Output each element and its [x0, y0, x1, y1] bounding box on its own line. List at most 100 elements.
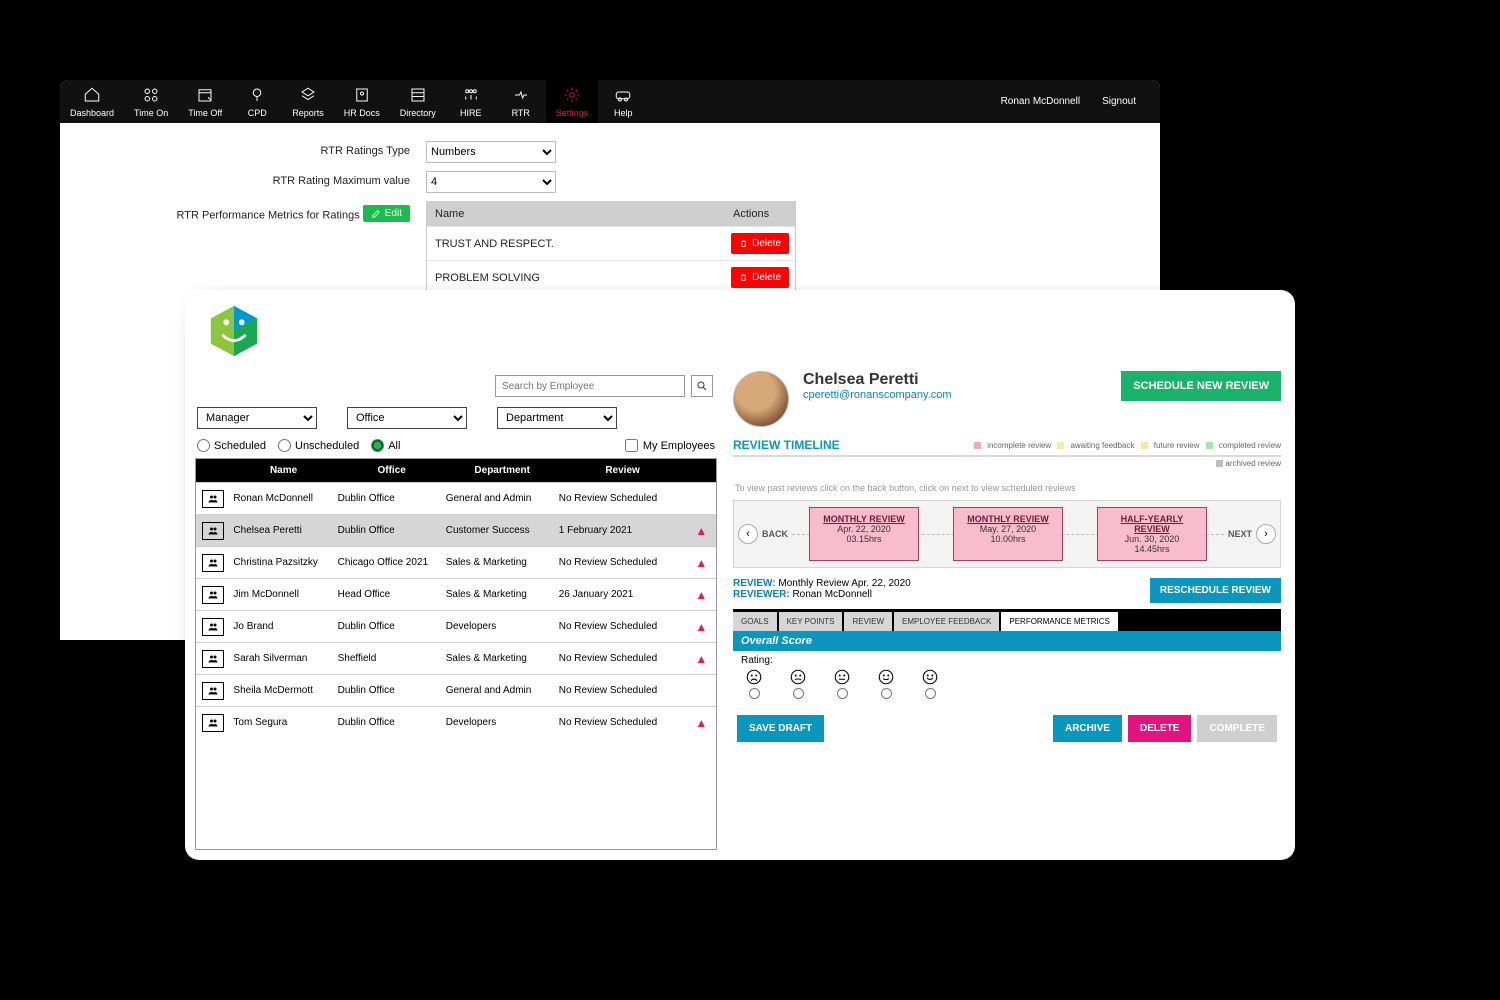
ratings-max-label: RTR Rating Maximum value: [100, 171, 410, 187]
nav-rtr[interactable]: RTR: [496, 80, 546, 123]
metric-name: TRUST AND RESPECT.: [427, 228, 725, 260]
table-row[interactable]: Christina PazsitzkyChicago Office 2021Sa…: [196, 546, 716, 578]
cell-office: Chicago Office 2021: [338, 557, 446, 568]
rating-option-3[interactable]: [833, 668, 851, 699]
rating-option-5[interactable]: [921, 668, 939, 699]
tab-employee-feedback[interactable]: EMPLOYEE FEEDBACK: [894, 612, 999, 631]
cell-review: No Review Scheduled: [559, 717, 687, 728]
table-row[interactable]: Jim McDonnellHead OfficeSales & Marketin…: [196, 578, 716, 610]
nav-signout[interactable]: Signout: [1102, 96, 1136, 107]
col-name: Name: [230, 459, 338, 482]
table-row[interactable]: Ronan McDonnellDublin OfficeGeneral and …: [196, 482, 716, 514]
table-row[interactable]: Sheila McDermottDublin OfficeGeneral and…: [196, 674, 716, 706]
nav-hr-docs-label: HR Docs: [344, 108, 380, 118]
table-row[interactable]: Sarah SilvermanSheffieldSales & Marketin…: [196, 642, 716, 674]
review-tabs: GOALS KEY POINTS REVIEW EMPLOYEE FEEDBAC…: [733, 609, 1281, 631]
review-window: Manager Office Department Scheduled Unsc…: [185, 290, 1295, 860]
nav-help[interactable]: Help: [598, 80, 648, 123]
cell-name: Jo Brand: [229, 621, 337, 632]
person-icon: [202, 554, 224, 572]
tab-goals[interactable]: GOALS: [733, 612, 777, 631]
cell-name: Christina Pazsitzky: [229, 557, 337, 568]
nav-time-off-label: Time Off: [188, 108, 222, 118]
nav-reports-label: Reports: [292, 108, 324, 118]
nav-reports[interactable]: Reports: [282, 80, 334, 123]
col-review: Review: [559, 459, 687, 482]
timeline-card-title: MONTHLY REVIEW: [814, 514, 914, 524]
table-row[interactable]: Jo BrandDublin OfficeDevelopersNo Review…: [196, 610, 716, 642]
timeline-card[interactable]: HALF-YEARLY REVIEWJun. 30, 202014.45hrs: [1097, 507, 1207, 561]
search-input[interactable]: [495, 375, 685, 397]
metrics-row: TRUST AND RESPECT. Delete: [427, 226, 795, 260]
person-icon: [202, 714, 224, 732]
metric-delete-button[interactable]: Delete: [731, 233, 789, 254]
radio-scheduled[interactable]: Scheduled: [197, 439, 266, 452]
filter-manager[interactable]: Manager: [197, 407, 317, 429]
archive-button[interactable]: ARCHIVE: [1053, 715, 1122, 742]
rating-option-4[interactable]: [877, 668, 895, 699]
cell-review: No Review Scheduled: [559, 653, 687, 664]
warning-icon: ▲: [687, 620, 716, 634]
save-draft-button[interactable]: SAVE DRAFT: [737, 715, 824, 742]
tab-review[interactable]: REVIEW: [844, 612, 892, 631]
person-icon: [202, 522, 224, 540]
cell-department: Sales & Marketing: [446, 589, 559, 600]
timeline-hint: To view past reviews click on the back b…: [733, 476, 1281, 500]
cell-department: Developers: [446, 621, 559, 632]
radio-unscheduled[interactable]: Unscheduled: [278, 439, 359, 452]
nav-hr-docs[interactable]: HR Docs: [334, 80, 390, 123]
filter-office[interactable]: Office: [347, 407, 467, 429]
timeline-card[interactable]: MONTHLY REVIEWApr. 22, 202003.15hrs: [809, 507, 919, 561]
checkbox-my-employees[interactable]: My Employees: [625, 439, 715, 452]
tab-performance-metrics[interactable]: PERFORMANCE METRICS: [1001, 612, 1117, 631]
nav-directory[interactable]: Directory: [390, 80, 446, 123]
nav-time-on[interactable]: Time On: [124, 80, 178, 123]
ratings-max-select[interactable]: 4: [426, 171, 556, 193]
timeline-legend: incomplete review awaiting feedback futu…: [970, 441, 1281, 450]
metric-delete-button[interactable]: Delete: [731, 267, 789, 288]
filter-department[interactable]: Department: [497, 407, 617, 429]
reschedule-review-button[interactable]: RESCHEDULE REVIEW: [1150, 578, 1281, 603]
table-row[interactable]: Tom SeguraDublin OfficeDevelopersNo Revi…: [196, 706, 716, 738]
employee-table: Name Office Department Review Ronan McDo…: [195, 458, 717, 850]
search-button[interactable]: [691, 375, 713, 397]
ratings-type-select[interactable]: Numbers: [426, 141, 556, 163]
timeline-card[interactable]: MONTHLY REVIEWMay. 27, 202010.00hrs: [953, 507, 1063, 561]
timeline-card-date: Apr. 22, 2020: [814, 524, 914, 534]
cell-review: No Review Scheduled: [559, 557, 687, 568]
nav-dashboard[interactable]: Dashboard: [60, 80, 124, 123]
timeline-next-label: NEXT: [1228, 529, 1252, 539]
nav-hire[interactable]: HIRE: [446, 80, 496, 123]
person-icon: [202, 618, 224, 636]
table-row[interactable]: Chelsea PerettiDublin OfficeCustomer Suc…: [196, 514, 716, 546]
tab-key-points[interactable]: KEY POINTS: [779, 612, 843, 631]
rating-option-1[interactable]: [745, 668, 763, 699]
person-icon: [202, 586, 224, 604]
timeline-next-button[interactable]: ›: [1256, 524, 1276, 544]
person-icon: [202, 682, 224, 700]
rating-option-2[interactable]: [789, 668, 807, 699]
nav-username[interactable]: Ronan McDonnell: [1001, 96, 1081, 107]
nav-time-off[interactable]: Time Off: [178, 80, 232, 123]
warning-icon: ▲: [687, 588, 716, 602]
profile-email[interactable]: cperetti@ronanscompany.com: [803, 389, 952, 401]
timeline-back-label: BACK: [762, 529, 788, 539]
nav-cpd[interactable]: CPD: [232, 80, 282, 123]
metrics-edit-button[interactable]: Edit: [363, 205, 410, 222]
person-icon: [202, 650, 224, 668]
delete-button[interactable]: DELETE: [1128, 715, 1191, 742]
complete-button[interactable]: COMPLETE: [1197, 715, 1277, 742]
cell-department: Customer Success: [446, 525, 559, 536]
employee-list-pane: Manager Office Department Scheduled Unsc…: [185, 371, 733, 860]
nav-settings[interactable]: Settings: [546, 80, 599, 123]
timeline-back-button[interactable]: ‹: [738, 524, 758, 544]
radio-all[interactable]: All: [371, 439, 400, 452]
nav-rtr-label: RTR: [512, 108, 530, 118]
cell-review: No Review Scheduled: [559, 493, 687, 504]
avatar: [733, 371, 789, 427]
cell-department: General and Admin: [446, 685, 559, 696]
cell-office: Dublin Office: [338, 493, 446, 504]
schedule-new-review-button[interactable]: SCHEDULE NEW REVIEW: [1121, 371, 1281, 401]
cell-office: Sheffield: [338, 653, 446, 664]
cell-name: Sheila McDermott: [229, 685, 337, 696]
